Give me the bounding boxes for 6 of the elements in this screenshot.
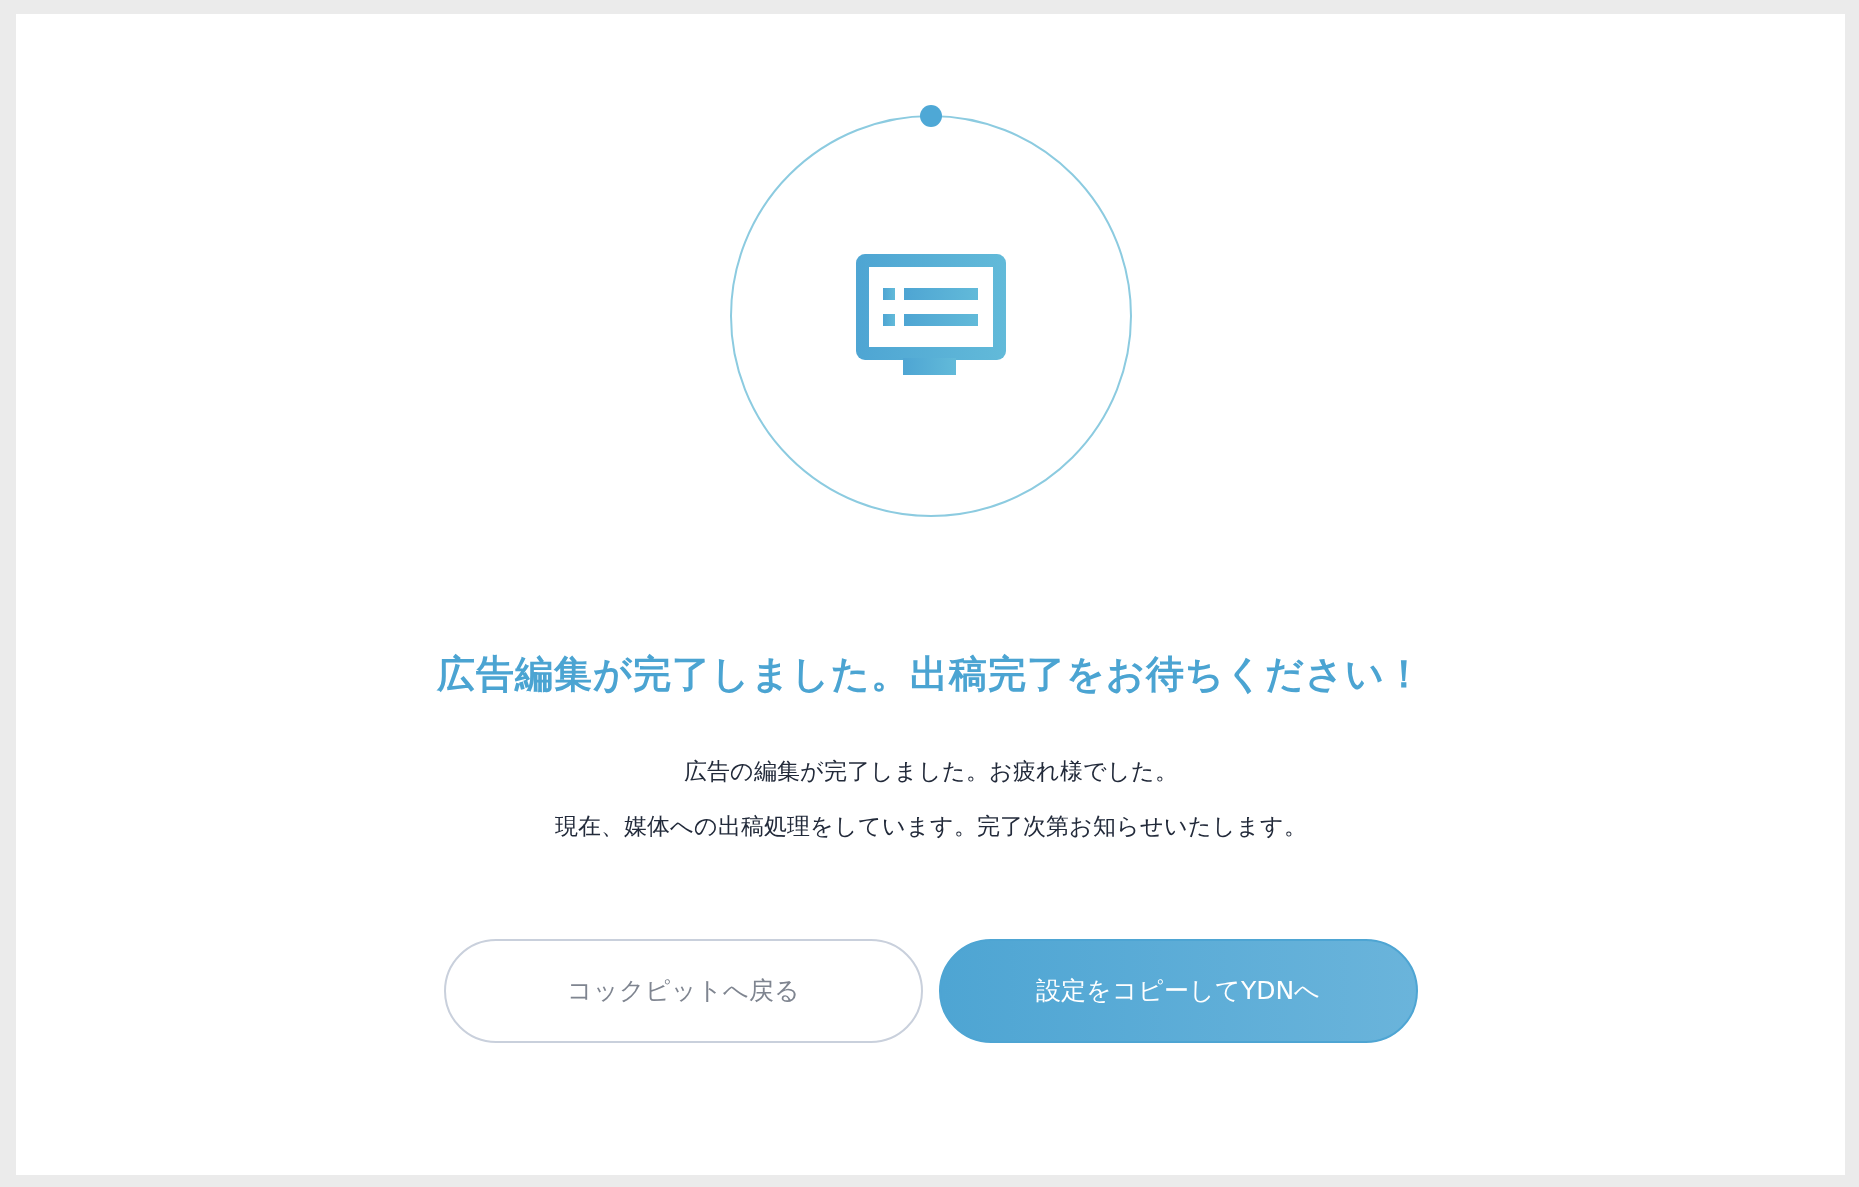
back-button[interactable]: コックピットへ戻る bbox=[443, 938, 923, 1043]
monitor-icon bbox=[855, 253, 1006, 375]
copy-settings-button[interactable]: 設定をコピーしてYDNへ bbox=[938, 938, 1418, 1043]
message-text: 広告の編集が完了しました。お疲れ様でした。 bbox=[682, 756, 1179, 786]
page-title: 広告編集が完了しました。出稿完了をお待ちください！ bbox=[437, 652, 1424, 698]
message-text: 現在、媒体への出稿処理をしています。完了次第お知らせいたします。 bbox=[554, 811, 1307, 841]
